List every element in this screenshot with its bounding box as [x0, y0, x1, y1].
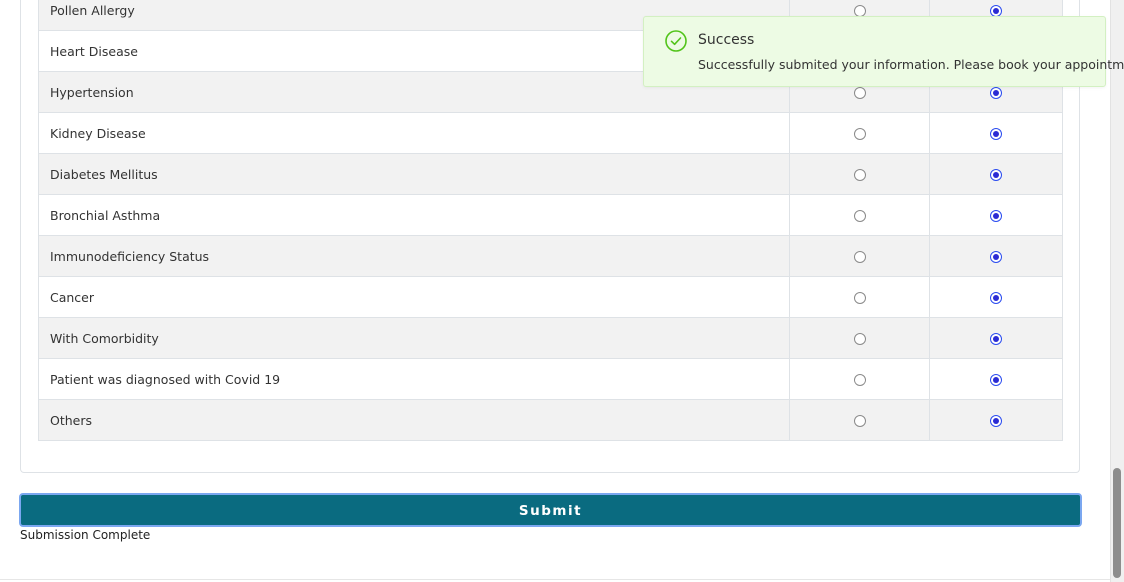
condition-no-radio[interactable] — [990, 251, 1002, 263]
condition-no-cell — [929, 112, 1063, 154]
condition-label: Cancer — [38, 276, 790, 318]
condition-row: Bronchial Asthma — [38, 194, 1063, 236]
condition-row: Kidney Disease — [38, 112, 1063, 154]
condition-no-cell — [929, 317, 1063, 359]
condition-row: With Comorbidity — [38, 317, 1063, 359]
submission-status: Submission Complete — [20, 528, 151, 542]
condition-yes-cell — [789, 358, 930, 400]
condition-no-cell — [929, 235, 1063, 277]
condition-yes-cell — [789, 399, 930, 441]
condition-no-cell — [929, 358, 1063, 400]
condition-yes-cell — [789, 153, 930, 195]
condition-no-radio[interactable] — [990, 333, 1002, 345]
condition-label: Others — [38, 399, 790, 441]
page-scrollbar[interactable] — [1110, 0, 1124, 582]
toast-message: Successfully submited your information. … — [698, 57, 1124, 72]
condition-no-radio[interactable] — [990, 374, 1002, 386]
condition-no-radio[interactable] — [990, 415, 1002, 427]
submit-button[interactable]: Submit — [19, 493, 1082, 527]
condition-yes-radio[interactable] — [853, 333, 866, 345]
condition-yes-radio[interactable] — [853, 128, 866, 140]
condition-label: Kidney Disease — [38, 112, 790, 154]
page: Pollen Allergy Heart Disease Hypertension K… — [0, 0, 1124, 582]
condition-yes-cell — [789, 235, 930, 277]
condition-yes-radio[interactable] — [853, 210, 866, 222]
condition-row: Immunodeficiency Status — [38, 235, 1063, 277]
success-toast: Success Successfully submited your infor… — [643, 16, 1124, 87]
condition-no-cell — [929, 194, 1063, 236]
condition-no-cell — [929, 153, 1063, 195]
condition-label: Diabetes Mellitus — [38, 153, 790, 195]
condition-no-radio[interactable] — [990, 169, 1002, 181]
condition-yes-radio[interactable] — [853, 374, 866, 386]
condition-yes-cell — [789, 194, 930, 236]
condition-row: Cancer — [38, 276, 1063, 318]
condition-label: Immunodeficiency Status — [38, 235, 790, 277]
condition-yes-radio[interactable] — [853, 292, 866, 304]
condition-no-cell — [929, 276, 1063, 318]
condition-yes-radio[interactable] — [853, 169, 866, 181]
condition-no-radio[interactable] — [990, 128, 1002, 140]
condition-yes-radio[interactable] — [853, 87, 866, 99]
check-circle-icon — [664, 29, 688, 53]
condition-label: With Comorbidity — [38, 317, 790, 359]
condition-yes-cell — [789, 276, 930, 318]
footer-divider — [0, 579, 1110, 580]
condition-no-radio[interactable] — [990, 292, 1002, 304]
condition-no-radio[interactable] — [990, 210, 1002, 222]
condition-row: Diabetes Mellitus — [38, 153, 1063, 195]
condition-no-cell — [929, 399, 1063, 441]
condition-row: Others — [38, 399, 1063, 441]
condition-yes-radio[interactable] — [853, 415, 866, 427]
condition-no-radio[interactable] — [990, 87, 1002, 99]
condition-label: Bronchial Asthma — [38, 194, 790, 236]
toast-title: Success — [698, 32, 755, 48]
condition-yes-radio[interactable] — [853, 251, 866, 263]
condition-row: Patient was diagnosed with Covid 19 — [38, 358, 1063, 400]
scrollbar-thumb[interactable] — [1113, 468, 1121, 578]
condition-yes-cell — [789, 317, 930, 359]
condition-yes-cell — [789, 112, 930, 154]
condition-label: Patient was diagnosed with Covid 19 — [38, 358, 790, 400]
